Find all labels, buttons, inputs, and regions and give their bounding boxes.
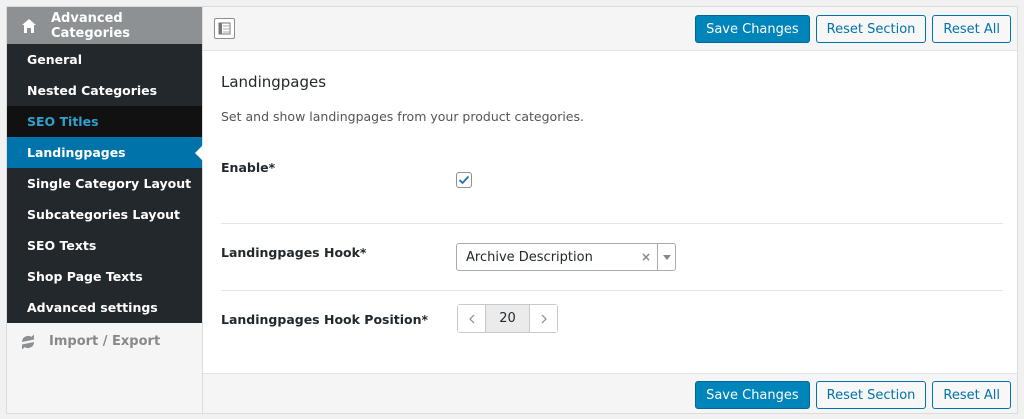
- sidebar-item-label: Subcategories Layout: [27, 207, 181, 222]
- chevron-down-icon[interactable]: [657, 244, 675, 270]
- sidebar-item-landingpages[interactable]: Landingpages: [7, 137, 203, 168]
- reset-section-button[interactable]: Reset Section: [815, 381, 927, 409]
- toolbar-buttons: Save Changes Reset Section Reset All: [695, 381, 1011, 409]
- toolbar-buttons: Save Changes Reset Section Reset All: [695, 15, 1011, 43]
- home-icon: [21, 18, 37, 34]
- section-description: Set and show landingpages from your prod…: [221, 109, 584, 124]
- chevron-left-icon: [468, 314, 474, 323]
- sidebar-item-general[interactable]: General: [7, 44, 202, 75]
- bottom-toolbar: Save Changes Reset Section Reset All: [203, 373, 1017, 413]
- sidebar-item-label: Single Category Layout: [27, 176, 192, 191]
- position-value[interactable]: 20: [485, 305, 530, 332]
- reset-section-button[interactable]: Reset Section: [815, 15, 927, 43]
- sidebar-item-label: Advanced settings: [27, 300, 158, 315]
- divider: [221, 290, 1003, 291]
- reset-all-button[interactable]: Reset All: [932, 15, 1011, 43]
- sidebar: Advanced Categories General Nested Categ…: [7, 7, 203, 413]
- sidebar-item-subcategories-layout[interactable]: Subcategories Layout: [7, 199, 202, 230]
- sidebar-item-label: Nested Categories: [27, 83, 158, 98]
- chevron-right-icon: [541, 314, 547, 323]
- hook-select-value: Archive Description: [466, 249, 593, 265]
- section-title: Landingpages: [221, 73, 327, 91]
- layout-toggle-icon[interactable]: [214, 18, 235, 39]
- sidebar-item-nested-categories[interactable]: Nested Categories: [7, 75, 202, 106]
- top-toolbar: Save Changes Reset Section Reset All: [203, 7, 1017, 51]
- decrement-button[interactable]: [458, 305, 485, 332]
- main-area: Save Changes Reset Section Reset All Lan…: [203, 7, 1017, 413]
- refresh-icon: [19, 333, 37, 351]
- sidebar-header[interactable]: Advanced Categories: [7, 7, 202, 44]
- section-content: Landingpages Set and show landingpages f…: [203, 51, 1017, 373]
- hook-label: Landingpages Hook*: [221, 245, 367, 260]
- save-button[interactable]: Save Changes: [695, 381, 810, 409]
- sidebar-item-seo-titles[interactable]: SEO Titles: [7, 106, 202, 137]
- position-label: Landingpages Hook Position*: [221, 312, 429, 327]
- hook-select[interactable]: Archive Description ×: [456, 243, 676, 271]
- sidebar-item-import-export[interactable]: Import / Export: [7, 323, 202, 360]
- settings-panel: Advanced Categories General Nested Categ…: [6, 6, 1018, 414]
- sidebar-item-single-category-layout[interactable]: Single Category Layout: [7, 168, 202, 199]
- increment-button[interactable]: [530, 305, 557, 332]
- clear-icon[interactable]: ×: [641, 250, 657, 264]
- enable-checkbox[interactable]: [456, 172, 472, 188]
- sidebar-item-seo-texts[interactable]: SEO Texts: [7, 230, 202, 261]
- divider: [221, 223, 1003, 224]
- checkmark-icon: [458, 175, 470, 185]
- sidebar-menu: General Nested Categories SEO Titles Lan…: [7, 44, 203, 323]
- sidebar-item-label: General: [27, 52, 82, 67]
- enable-label: Enable*: [221, 160, 276, 175]
- sidebar-item-label: Landingpages: [27, 145, 126, 160]
- sidebar-header-label: Advanced Categories: [51, 10, 131, 41]
- sidebar-item-label: Shop Page Texts: [27, 269, 143, 284]
- import-export-label: Import / Export: [49, 334, 161, 349]
- reset-all-button[interactable]: Reset All: [932, 381, 1011, 409]
- sidebar-item-shop-page-texts[interactable]: Shop Page Texts: [7, 261, 202, 292]
- sidebar-item-label: SEO Titles: [27, 114, 99, 129]
- save-button[interactable]: Save Changes: [695, 15, 810, 43]
- sidebar-item-label: SEO Texts: [27, 238, 97, 253]
- sidebar-item-advanced-settings[interactable]: Advanced settings: [7, 292, 202, 323]
- position-stepper: 20: [457, 304, 558, 333]
